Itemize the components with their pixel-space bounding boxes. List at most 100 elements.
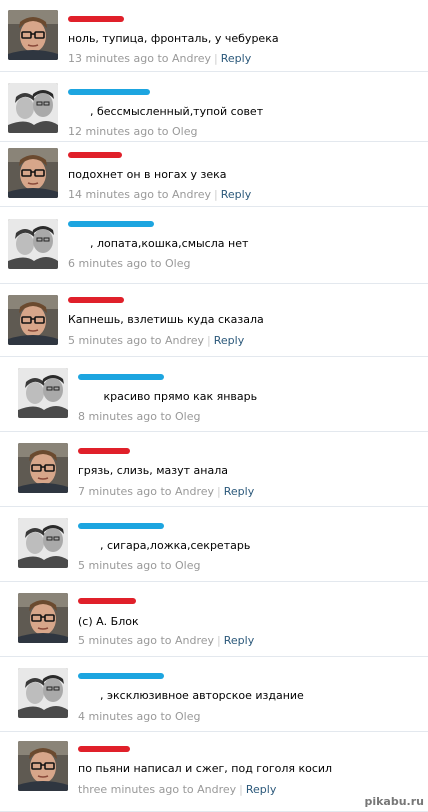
- comment-item: , сигара,ложка,секретарь 5 minutes ago to…: [0, 507, 428, 582]
- comment-meta: 5 minutes ago to Andrey | Reply: [68, 334, 244, 347]
- comment-item: красиво прямо как январь 8 minutes ago to…: [0, 357, 428, 432]
- comment-text: грязь, слизь, мазут анала: [78, 464, 228, 477]
- author-name-redaction: [78, 598, 136, 604]
- comment-timestamp[interactable]: 14 minutes ago: [68, 188, 157, 201]
- reply-to-label[interactable]: to Andrey: [157, 188, 211, 201]
- avatar[interactable]: [8, 295, 58, 345]
- comment-text: ноль, тупица, фронталь, у чебурека: [68, 32, 279, 45]
- comment-timestamp[interactable]: 12 minutes ago: [68, 125, 157, 138]
- comment-timestamp[interactable]: 5 minutes ago: [78, 634, 160, 647]
- comment-timestamp[interactable]: three minutes ago: [78, 783, 183, 796]
- comment-meta: 14 minutes ago to Andrey | Reply: [68, 188, 251, 201]
- comment-meta: 5 minutes ago to Oleg: [78, 559, 200, 572]
- comment-text: Капнешь, взлетишь куда сказала: [68, 313, 264, 326]
- author-name-redaction: [78, 523, 164, 529]
- comment-text: , эксклюзивное авторское издание: [78, 689, 304, 702]
- comment-text-value: , лопата,кошка,смысла нет: [90, 237, 249, 250]
- avatar[interactable]: [18, 368, 68, 418]
- comment-item: , лопата,кошка,смысла нет 6 minutes ago t…: [0, 207, 428, 284]
- separator: |: [217, 634, 221, 647]
- reply-to-label[interactable]: to Andrey: [160, 485, 214, 498]
- avatar[interactable]: [18, 741, 68, 791]
- comment-timestamp[interactable]: 8 minutes ago: [78, 410, 160, 423]
- comment-text-value: красиво прямо как январь: [100, 390, 258, 403]
- comment-item: , эксклюзивное авторское издание 4 minute…: [0, 657, 428, 732]
- comment-text-value: Капнешь, взлетишь куда сказала: [68, 313, 264, 326]
- comment-text: , сигара,ложка,секретарь: [78, 539, 250, 552]
- avatar[interactable]: [8, 148, 58, 198]
- comment-text-value: ноль, тупица, фронталь, у чебурека: [68, 32, 279, 45]
- author-name-redaction: [78, 448, 130, 454]
- comment-text-value: по пьяни написал и сжег, под гоголя коси…: [78, 762, 333, 775]
- avatar[interactable]: [18, 518, 68, 568]
- reply-link[interactable]: Reply: [214, 334, 244, 347]
- comment-text: красиво прямо как январь: [78, 390, 257, 403]
- comment-text-value: (с) А. Блок: [78, 615, 139, 628]
- reply-to-label[interactable]: to Oleg: [150, 257, 190, 270]
- comment-item: (с) А. Блок 5 minutes ago to Andrey | Reply: [0, 582, 428, 657]
- avatar[interactable]: [18, 593, 68, 643]
- avatar[interactable]: [8, 219, 58, 269]
- comment-meta: 8 minutes ago to Oleg: [78, 410, 200, 423]
- separator: |: [217, 485, 221, 498]
- separator: |: [207, 334, 211, 347]
- author-name-redaction: [68, 221, 154, 227]
- comment-text: подохнет он в ногах у зека: [68, 168, 227, 181]
- comment-text-value: подохнет он в ногах у зека: [68, 168, 227, 181]
- comment-timestamp[interactable]: 7 minutes ago: [78, 485, 160, 498]
- comment-meta: 12 minutes ago to Oleg: [68, 125, 197, 138]
- author-name-redaction: [78, 374, 164, 380]
- author-name-redaction: [78, 673, 164, 679]
- separator: |: [214, 52, 218, 65]
- avatar[interactable]: [8, 10, 58, 60]
- author-name-redaction: [68, 152, 122, 158]
- comment-timestamp[interactable]: 5 minutes ago: [68, 334, 150, 347]
- comment-meta: 5 minutes ago to Andrey | Reply: [78, 634, 254, 647]
- avatar[interactable]: [8, 83, 58, 133]
- comment-text-value: , эксклюзивное авторское издание: [100, 689, 304, 702]
- separator: |: [214, 188, 218, 201]
- reply-to-label[interactable]: to Andrey: [157, 52, 211, 65]
- comment-text-value: , бессмысленный,тупой совет: [90, 105, 264, 118]
- reply-link[interactable]: Reply: [221, 52, 251, 65]
- comment-text: , бессмысленный,тупой совет: [68, 105, 263, 118]
- reply-to-label[interactable]: to Andrey: [150, 334, 204, 347]
- reply-to-label[interactable]: to Oleg: [160, 559, 200, 572]
- reply-to-label[interactable]: to Andrey: [160, 634, 214, 647]
- author-name-redaction: [68, 16, 124, 22]
- comment-timestamp[interactable]: 5 minutes ago: [78, 559, 160, 572]
- comment-timestamp[interactable]: 4 minutes ago: [78, 710, 160, 723]
- author-name-redaction: [68, 297, 124, 303]
- reply-to-label[interactable]: to Oleg: [160, 410, 200, 423]
- comment-meta: 7 minutes ago to Andrey | Reply: [78, 485, 254, 498]
- reply-to-label[interactable]: to Oleg: [160, 710, 200, 723]
- avatar[interactable]: [18, 443, 68, 493]
- comment-text: , лопата,кошка,смысла нет: [68, 237, 248, 250]
- comment-item: ноль, тупица, фронталь, у чебурека 13 min…: [0, 0, 428, 72]
- comment-text-value: грязь, слизь, мазут анала: [78, 464, 229, 477]
- reply-link[interactable]: Reply: [224, 485, 254, 498]
- author-name-redaction: [78, 746, 130, 752]
- avatar[interactable]: [18, 668, 68, 718]
- comment-text-value: , сигара,ложка,секретарь: [100, 539, 251, 552]
- reply-to-label[interactable]: to Oleg: [157, 125, 197, 138]
- reply-link[interactable]: Reply: [246, 783, 276, 796]
- comment-item: грязь, слизь, мазут анала 7 minutes ago t…: [0, 432, 428, 507]
- reply-to-label[interactable]: to Andrey: [183, 783, 237, 796]
- separator: |: [239, 783, 243, 796]
- comment-text: по пьяни написал и сжег, под гоголя коси…: [78, 762, 332, 775]
- watermark: pikabu.ru: [364, 795, 424, 808]
- comment-meta: 4 minutes ago to Oleg: [78, 710, 200, 723]
- reply-link[interactable]: Reply: [221, 188, 251, 201]
- comment-meta: 13 minutes ago to Andrey | Reply: [68, 52, 251, 65]
- reply-link[interactable]: Reply: [224, 634, 254, 647]
- comment-timestamp[interactable]: 6 minutes ago: [68, 257, 150, 270]
- comment-text: (с) А. Блок: [78, 615, 139, 628]
- comment-item: подохнет он в ногах у зека 14 minutes ago…: [0, 142, 428, 207]
- comment-meta: 6 minutes ago to Oleg: [68, 257, 190, 270]
- comment-meta: three minutes ago to Andrey | Reply: [78, 783, 276, 796]
- comment-item: , бессмысленный,тупой совет 12 minutes ag…: [0, 72, 428, 142]
- comment-timestamp[interactable]: 13 minutes ago: [68, 52, 157, 65]
- comment-item: Капнешь, взлетишь куда сказала 5 minutes …: [0, 284, 428, 357]
- author-name-redaction: [68, 89, 150, 95]
